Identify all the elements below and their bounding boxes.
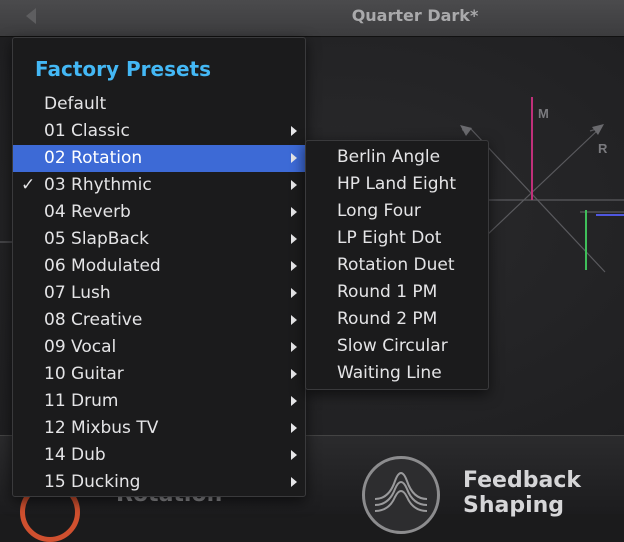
menu-item[interactable]: 04 Reverb	[13, 199, 305, 226]
menu-item[interactable]: 11 Drum	[13, 388, 305, 415]
submenu-arrow-icon	[291, 180, 297, 190]
submenu-arrow-icon	[291, 477, 297, 487]
menu-item-label: 15 Ducking	[44, 472, 141, 492]
menu-item[interactable]: 07 Lush	[13, 280, 305, 307]
submenu-item[interactable]: Rotation Duet	[306, 252, 488, 279]
submenu-item[interactable]: Waiting Line	[306, 360, 488, 387]
submenu-arrow-icon	[291, 153, 297, 163]
checkmark-icon: ✓	[21, 175, 36, 195]
feedback-label-line2: Shaping	[463, 493, 565, 518]
submenu-arrow-icon	[291, 315, 297, 325]
submenu-item-label: LP Eight Dot	[337, 228, 442, 248]
menu-item[interactable]: ✓ 03 Rhythmic	[13, 172, 305, 199]
menu-item-label: 07 Lush	[44, 283, 111, 303]
m-axis-label: M	[538, 106, 549, 121]
submenu-item[interactable]: HP Land Eight	[306, 171, 488, 198]
menu-item-label: 10 Guitar	[44, 364, 124, 384]
menu-title: Factory Presets	[35, 57, 212, 81]
submenu-item-label: Round 1 PM	[337, 282, 438, 302]
menu-item[interactable]: 05 SlapBack	[13, 226, 305, 253]
submenu-arrow-icon	[291, 396, 297, 406]
feedback-shaping-label: Feedback Shaping	[463, 468, 581, 518]
feedback-shaping-icon[interactable]	[362, 456, 440, 534]
menu-item[interactable]: 08 Creative	[13, 307, 305, 334]
r-axis-label: R	[598, 141, 608, 156]
submenu-item-label: HP Land Eight	[337, 174, 456, 194]
menu-item-label: 01 Classic	[44, 121, 130, 141]
submenu-arrow-icon	[291, 288, 297, 298]
menu-item-label: 11 Drum	[44, 391, 119, 411]
menu-item-label: 08 Creative	[44, 310, 143, 330]
submenu-arrow-icon	[291, 261, 297, 271]
menu-item[interactable]: 06 Modulated	[13, 253, 305, 280]
rotation-submenu: Berlin Angle HP Land Eight Long Four LP Eig…	[305, 140, 489, 390]
menu-item[interactable]: 14 Dub	[13, 442, 305, 469]
menu-item-label: 09 Vocal	[44, 337, 117, 357]
menu-item[interactable]: 12 Mixbus TV	[13, 415, 305, 442]
submenu-arrow-icon	[291, 369, 297, 379]
submenu-item[interactable]: Long Four	[306, 198, 488, 225]
submenu-arrow-icon	[291, 234, 297, 244]
submenu-item-label: Berlin Angle	[337, 147, 441, 167]
preset-name[interactable]: Quarter Dark*	[300, 6, 530, 25]
submenu-item[interactable]: LP Eight Dot	[306, 225, 488, 252]
factory-presets-menu: Factory Presets Default 01 Classic 02 Rota…	[12, 37, 306, 497]
waveform-icon	[374, 472, 428, 512]
submenu-arrow-icon	[291, 126, 297, 136]
submenu-item[interactable]: Berlin Angle	[306, 144, 488, 171]
menu-item-label: 03 Rhythmic	[44, 175, 152, 195]
submenu-item-label: Waiting Line	[337, 363, 442, 383]
submenu-arrow-icon	[291, 423, 297, 433]
menu-item-label: 05 SlapBack	[44, 229, 150, 249]
submenu-item-label: Slow Circular	[337, 336, 448, 356]
submenu-item-label: Rotation Duet	[337, 255, 455, 275]
submenu-arrow-icon	[291, 342, 297, 352]
menu-item[interactable]: 09 Vocal	[13, 334, 305, 361]
menu-item-label: 14 Dub	[44, 445, 106, 465]
menu-item[interactable]: 02 Rotation	[13, 145, 305, 172]
submenu-arrow-icon	[291, 207, 297, 217]
submenu-item[interactable]: Round 2 PM	[306, 306, 488, 333]
menu-item-label: 02 Rotation	[44, 148, 143, 168]
back-arrow-icon[interactable]	[26, 8, 36, 24]
menu-item[interactable]: 01 Classic	[13, 118, 305, 145]
menu-item-label: 12 Mixbus TV	[44, 418, 159, 438]
menu-item[interactable]: Default	[13, 91, 305, 118]
submenu-item-label: Long Four	[337, 201, 421, 221]
submenu-arrow-icon	[291, 450, 297, 460]
submenu-item[interactable]: Slow Circular	[306, 333, 488, 360]
menu-item-label: 04 Reverb	[44, 202, 131, 222]
feedback-label-line1: Feedback	[463, 468, 581, 493]
menu-item[interactable]: 15 Ducking	[13, 469, 305, 496]
menu-item-label: Default	[44, 94, 107, 114]
menu-item[interactable]: 10 Guitar	[13, 361, 305, 388]
axis-arrowhead-icon	[460, 125, 472, 136]
submenu-item-label: Round 2 PM	[337, 309, 438, 329]
title-bar: Quarter Dark*	[0, 0, 624, 37]
menu-item-label: 06 Modulated	[44, 256, 161, 276]
submenu-item[interactable]: Round 1 PM	[306, 279, 488, 306]
